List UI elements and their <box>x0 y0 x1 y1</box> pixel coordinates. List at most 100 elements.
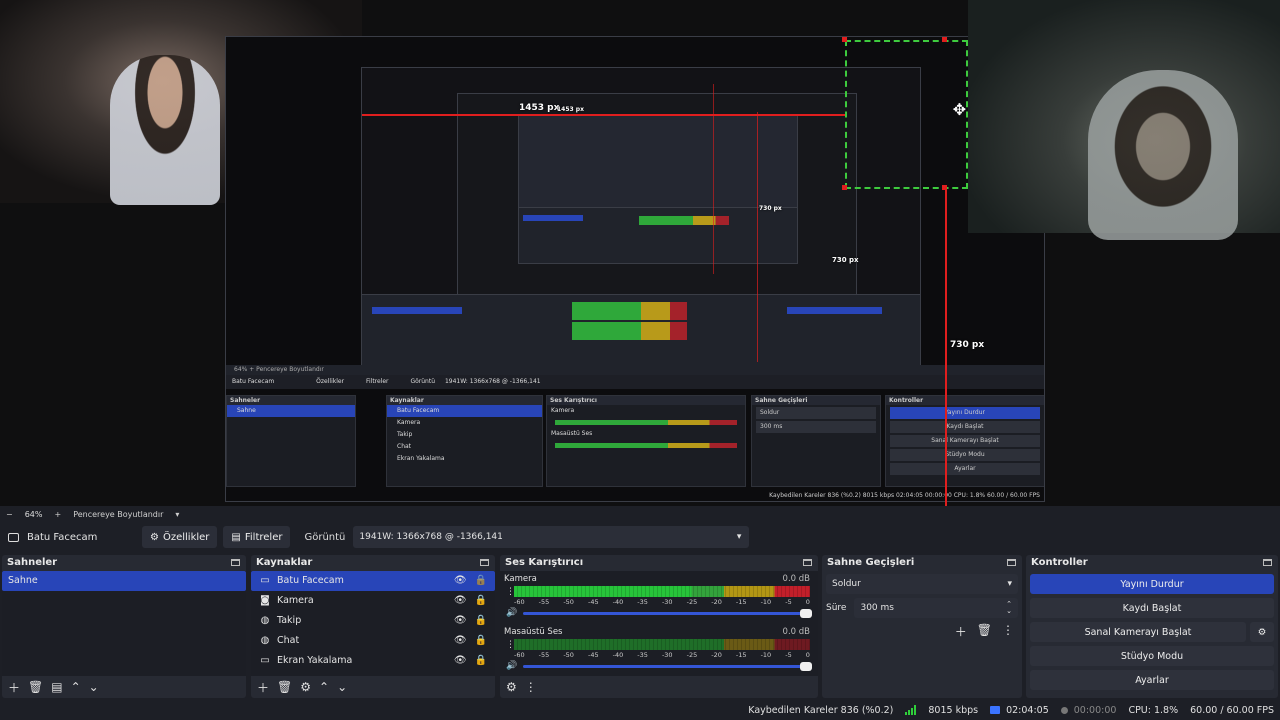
volume-slider-thumb[interactable] <box>800 608 812 618</box>
start-record-button[interactable]: Kaydı Başlat <box>1030 598 1274 618</box>
meter-tick-label: -55 <box>538 651 550 659</box>
volume-slider[interactable] <box>523 608 812 618</box>
bitrate: 8015 kbps <box>928 704 979 716</box>
virtual-camera-settings-button[interactable]: ⚙ <box>1250 622 1274 642</box>
eye-icon[interactable]: 👁 <box>454 631 467 651</box>
meter-ticks: -60 -55 -50 -45 -40 -35 -30 -25 -20 -15 -10 -5 0 <box>514 651 810 659</box>
advanced-audio-icon[interactable]: ⚙ <box>506 680 517 694</box>
duration-label: Süre <box>826 603 847 613</box>
speaker-icon[interactable]: 🔊 <box>506 661 517 671</box>
selection-bounding-box[interactable] <box>845 40 968 189</box>
add-icon[interactable]: ＋ <box>257 679 269 696</box>
virtual-camera-label: Sanal Kamerayı Başlat <box>1084 626 1192 638</box>
nested-controls-dock: Kontroller Yayını Durdur Kaydı Başlat Sa… <box>885 395 1044 487</box>
signal-strength-icon <box>905 705 917 715</box>
source-label: Kamera <box>277 595 314 606</box>
selected-source-name: Batu Facecam <box>27 531 98 543</box>
zoom-out-button[interactable]: − <box>6 510 13 519</box>
source-item[interactable]: ▭ Ekran Yakalama 👁 🔒 <box>251 651 495 671</box>
undock-icon[interactable] <box>803 559 812 566</box>
undock-icon[interactable] <box>1007 559 1016 566</box>
undock-icon[interactable] <box>1263 559 1272 566</box>
arrow-down-icon[interactable]: ⌄ <box>337 680 347 694</box>
eye-icon[interactable]: 👁 <box>454 591 467 611</box>
trash-icon[interactable]: 🗑 <box>277 680 292 694</box>
monitor-icon <box>8 532 19 542</box>
kebab-menu-icon[interactable]: ⋮ <box>525 680 537 694</box>
kebab-menu-icon[interactable]: ⋮ <box>1002 623 1014 640</box>
volume-slider[interactable] <box>523 661 812 671</box>
transition-type-select[interactable]: Soldur ▾ <box>826 574 1018 594</box>
scene-item-sahne[interactable]: Sahne <box>2 571 246 591</box>
eye-icon[interactable]: 👁 <box>454 611 467 631</box>
trash-icon[interactable]: 🗑 <box>977 623 992 640</box>
meter-tick-label: -55 <box>538 598 550 606</box>
meter-tick-label: -20 <box>711 651 722 659</box>
monitor-icon: ▭ <box>260 575 270 586</box>
filters-button[interactable]: ▤ Filtreler <box>223 526 291 548</box>
properties-button[interactable]: ⚙ Özellikler <box>142 526 218 548</box>
stop-stream-button[interactable]: Yayını Durdur <box>1030 574 1274 594</box>
resize-handle-bl[interactable] <box>842 185 847 190</box>
trash-icon[interactable]: 🗑 <box>28 680 43 694</box>
guide-label-width-small: 1453 px <box>557 106 584 113</box>
nested-sources-dock: Kaynaklar Batu Facecam Kamera Takip Chat… <box>386 395 543 487</box>
guide-line-horizontal <box>362 114 846 116</box>
duration-spinbox[interactable]: 300 ms ⌃ ⌄ <box>854 598 1018 618</box>
source-item[interactable]: ▭ Batu Facecam 👁 🔒 <box>251 571 495 591</box>
filter-icon[interactable]: ▤ <box>51 680 62 694</box>
meter-tick-label: -10 <box>760 651 772 659</box>
source-item[interactable]: ◍ Takip 👁 🔒 <box>251 611 495 631</box>
stream-time: 02:04:05 <box>1006 704 1049 716</box>
camera-icon: ◙ <box>260 595 270 606</box>
preview-canvas[interactable]: 64% + Pencereye Boyutlandır Batu Facecam… <box>0 0 1280 506</box>
volume-meter <box>514 639 810 650</box>
gear-icon[interactable]: ⚙ <box>300 680 311 694</box>
settings-button[interactable]: Ayarlar <box>1030 670 1274 690</box>
lock-icon[interactable]: 🔒 <box>475 611 487 631</box>
arrow-up-icon[interactable]: ⌃ <box>319 680 329 694</box>
resize-handle-br[interactable] <box>942 185 947 190</box>
volume-meter <box>514 586 810 597</box>
lock-icon[interactable]: 🔒 <box>475 651 487 671</box>
fit-dropdown-icon[interactable]: ▾ <box>175 510 179 519</box>
eye-icon[interactable]: 👁 <box>454 651 467 671</box>
undock-icon[interactable] <box>231 559 240 566</box>
meter-tick-label: -20 <box>711 598 722 606</box>
arrow-up-icon[interactable]: ⌃ <box>71 680 81 694</box>
chevron-down-icon: ▾ <box>1007 579 1012 589</box>
virtual-camera-button[interactable]: Sanal Kamerayı Başlat <box>1030 622 1246 642</box>
add-icon[interactable]: ＋ <box>955 623 967 640</box>
dropped-frames: Kaybedilen Kareler 836 (%0.2) <box>748 704 894 716</box>
source-label: Ekran Yakalama <box>277 655 353 666</box>
start-record-label: Kaydı Başlat <box>1122 602 1182 614</box>
source-item[interactable]: ◙ Kamera 👁 🔒 <box>251 591 495 611</box>
arrow-down-icon[interactable]: ⌄ <box>89 680 99 694</box>
undock-icon[interactable] <box>480 559 489 566</box>
transitions-title: Sahne Geçişleri <box>827 557 915 568</box>
spin-arrows-icon[interactable]: ⌃ ⌄ <box>1006 601 1012 615</box>
nested-context-bar: Batu Facecam Özellikler Filtreler Görünt… <box>226 375 1044 389</box>
mixer-channel-masaustu: Masaüstü Ses 0.0 dB ⋮ -60 -55 -50 -45 -40 -35… <box>500 624 818 677</box>
lock-icon[interactable]: 🔒 <box>475 631 487 651</box>
channel-db: 0.0 dB <box>782 627 810 637</box>
display-select[interactable]: 1941W: 1366x768 @ -1366,141 ▾ <box>353 526 750 548</box>
studio-mode-button[interactable]: Stüdyo Modu <box>1030 646 1274 666</box>
add-icon[interactable]: ＋ <box>8 679 20 696</box>
eye-icon[interactable]: 👁 <box>454 571 467 591</box>
speaker-icon[interactable]: 🔊 <box>506 608 517 618</box>
display-label: Görüntü <box>304 531 346 543</box>
resize-handle-tr[interactable] <box>942 37 947 42</box>
filters-label: Filtreler <box>244 531 283 543</box>
volume-slider-thumb[interactable] <box>800 661 812 671</box>
resize-handle-tl[interactable] <box>842 37 847 42</box>
scene-label: Sahne <box>8 575 38 586</box>
zoom-in-button[interactable]: + <box>54 510 61 519</box>
lock-icon[interactable]: 🔒 <box>475 591 487 611</box>
lock-icon[interactable]: 🔒 <box>475 571 487 591</box>
meter-tick-label: -45 <box>587 598 599 606</box>
transition-type-value: Soldur <box>832 579 861 589</box>
nested-zoom-bar: 64% + Pencereye Boyutlandır <box>226 365 1044 375</box>
source-item[interactable]: ◍ Chat 👁 🔒 <box>251 631 495 651</box>
fit-to-window-label[interactable]: Pencereye Boyutlandır <box>73 510 163 519</box>
